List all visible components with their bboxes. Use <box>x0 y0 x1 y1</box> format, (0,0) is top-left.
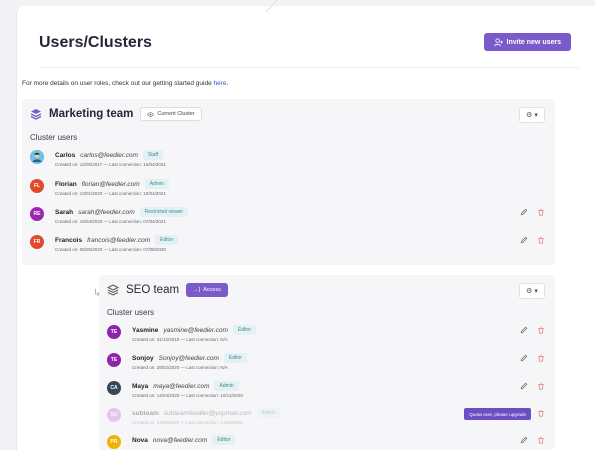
user-email: subteamfeedier@yopmail.com <box>163 409 252 417</box>
avatar: FL <box>30 179 44 193</box>
user-name: Florian <box>55 180 77 188</box>
role-badge: Editor <box>232 325 256 335</box>
user-meta: Created on: 16/04/2020 — Last connection… <box>55 219 166 224</box>
page-header: Users/Clusters Invite new users <box>39 28 579 68</box>
edit-pencil-icon[interactable] <box>520 208 528 216</box>
cluster-name: SEO team <box>126 284 180 296</box>
delete-trash-icon[interactable] <box>537 208 545 216</box>
delete-trash-icon[interactable] <box>537 436 545 444</box>
user-name: Carlos <box>55 151 76 159</box>
delete-trash-icon[interactable] <box>537 409 545 417</box>
user-name: Francois <box>55 236 83 244</box>
cluster-users-label: Cluster users <box>30 133 78 142</box>
edit-pencil-icon[interactable] <box>520 382 528 390</box>
user-row-disabled: SU subteam subteamfeedier@yopmail.com Ad… <box>107 405 545 431</box>
avatar <box>30 150 44 164</box>
user-meta: Created on: 05/05/2020 — Last connection… <box>55 247 166 252</box>
user-name: Sarah <box>55 208 74 216</box>
role-badge: Admin <box>256 408 281 418</box>
user-row: RE Sarah sarah@feedier.com Restricted vi… <box>30 204 545 230</box>
user-email: yasmine@feedier.com <box>163 326 228 334</box>
user-email: maya@feedier.com <box>153 382 210 390</box>
role-badge: Admin <box>144 179 169 189</box>
avatar: SU <box>107 408 121 422</box>
layers-outline-icon <box>107 284 119 296</box>
user-meta: Created on: 31/12/2019 — Last connection… <box>132 337 228 342</box>
intro-text: For more details on user roles, check ou… <box>22 80 229 87</box>
login-arrow-icon: →] <box>193 287 201 293</box>
gear-icon: ⚙ <box>526 112 533 119</box>
cluster-seo: SEO team →] Access ⚙ ▾ Cluster users TE Y… <box>99 275 555 450</box>
avatar: TE <box>107 353 121 367</box>
user-email: carlos@feedier.com <box>80 151 138 159</box>
user-email: francois@feedier.com <box>87 236 151 244</box>
edit-pencil-icon[interactable] <box>520 436 528 444</box>
avatar: CA <box>107 381 121 395</box>
cluster-settings-dropdown[interactable]: ⚙ ▾ <box>519 283 545 299</box>
invite-new-users-button[interactable]: Invite new users <box>483 33 571 51</box>
delete-trash-icon[interactable] <box>537 354 545 362</box>
guide-link[interactable]: here <box>214 80 227 87</box>
cluster-settings-dropdown[interactable]: ⚙ ▾ <box>519 107 545 123</box>
cluster-users-label: Cluster users <box>107 308 155 317</box>
user-meta: Created on: 28/02/2020 — Last connection… <box>132 365 228 370</box>
delete-trash-icon[interactable] <box>537 236 545 244</box>
user-row: TE Sonjoy Sonjoy@feedier.com Editor Crea… <box>107 350 545 376</box>
role-badge: Staff <box>142 150 164 160</box>
user-email: nova@feedier.com <box>152 436 208 444</box>
user-name: Sonjoy <box>132 354 154 362</box>
chevron-down-icon: ▾ <box>534 112 538 119</box>
avatar: PR <box>107 435 121 449</box>
user-email: sarah@feedier.com <box>78 208 135 216</box>
user-name: Maya <box>132 382 149 390</box>
access-button[interactable]: →] Access <box>186 283 228 297</box>
user-row: FL Florian florian@feedier.com Admin Cre… <box>30 176 545 202</box>
avatar: TE <box>107 325 121 339</box>
user-email: florian@feedier.com <box>81 180 140 188</box>
eye-icon <box>147 111 155 117</box>
chevron-down-icon: ▾ <box>534 288 538 295</box>
page-title: Users/Clusters <box>39 34 152 51</box>
delete-trash-icon[interactable] <box>537 382 545 390</box>
user-row: TE Yasmine yasmine@feedier.com Editor Cr… <box>107 322 545 348</box>
edit-pencil-icon[interactable] <box>520 326 528 334</box>
user-name: subteam <box>132 409 159 417</box>
cluster-name: Marketing team <box>49 108 134 120</box>
role-badge: Editor <box>212 435 236 445</box>
delete-trash-icon[interactable] <box>537 326 545 334</box>
user-row: Carlos carlos@feedier.com Staff Created … <box>30 147 545 173</box>
gear-icon: ⚙ <box>526 288 533 295</box>
user-photo-icon <box>30 150 44 164</box>
user-meta: Created on: 13/01/2020 — Last connection… <box>55 191 166 196</box>
role-badge: Editor <box>155 235 179 245</box>
user-name: Yasmine <box>132 326 159 334</box>
avatar: RE <box>30 207 44 221</box>
layers-icon <box>30 109 42 120</box>
user-meta: Created on: 14/04/2020 — Last connection… <box>132 393 243 398</box>
edit-pencil-icon[interactable] <box>520 236 528 244</box>
user-row: FR Francois francois@feedier.com Editor … <box>30 232 545 258</box>
cluster-marketing: Marketing team Current Cluster ⚙ ▾ Cluste… <box>22 99 555 265</box>
user-email: Sonjoy@feedier.com <box>158 354 219 362</box>
invite-label: Invite new users <box>506 38 561 46</box>
avatar: FR <box>30 235 44 249</box>
role-badge: Editor <box>223 353 247 363</box>
user-meta: Created on: 12/05/2017 — Last connection… <box>55 162 166 167</box>
current-cluster-badge: Current Cluster <box>140 107 202 121</box>
role-badge: Admin <box>214 381 239 391</box>
role-badge: Restricted viewer <box>139 207 189 217</box>
user-row: CA Maya maya@feedier.com Admin Created o… <box>107 378 545 404</box>
user-name: Nova <box>132 436 148 444</box>
add-user-icon <box>493 37 503 46</box>
edit-pencil-icon[interactable] <box>520 354 528 362</box>
user-row: PR Nova nova@feedier.com Editor <box>107 432 545 450</box>
user-meta: Created on: 14/04/2020 — Last connection… <box>132 420 243 425</box>
quota-upgrade-button[interactable]: Quota over, please upgrade <box>464 408 531 420</box>
